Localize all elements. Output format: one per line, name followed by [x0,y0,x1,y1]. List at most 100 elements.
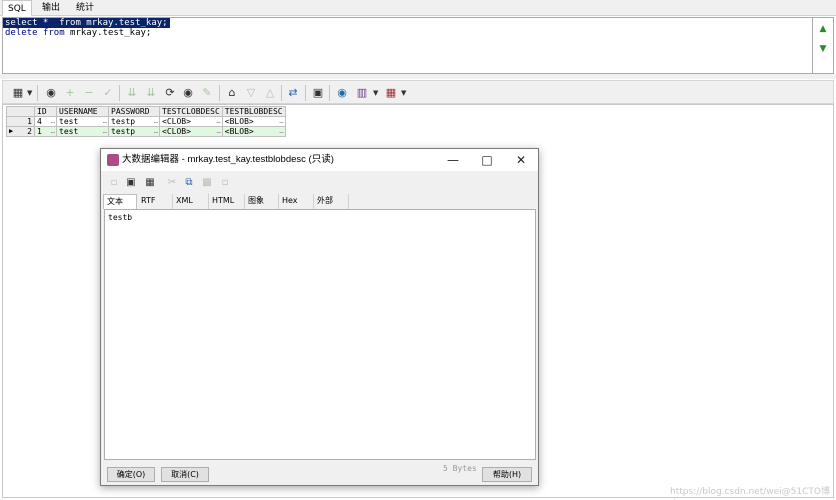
tab-image[interactable]: 图象 [245,194,279,209]
lock-icon[interactable]: ◉ [43,85,59,101]
up-triangle-icon[interactable]: △ [262,85,278,101]
print-icon[interactable]: ▦ [143,175,157,191]
export-icon[interactable]: ◉ [334,85,350,101]
add-record-icon[interactable]: + [62,85,78,101]
open-folder-icon[interactable]: ▫ [107,175,121,191]
search-binoculars-icon[interactable]: ◉ [180,85,196,101]
refresh-icon[interactable]: ⟳ [162,85,178,101]
grid-view-icon[interactable]: ▦ [10,85,26,101]
save-icon[interactable]: ▣ [310,85,326,101]
delete-record-icon[interactable]: − [81,85,97,101]
dialog-titlebar[interactable]: 大数据编辑器 - mrkay.test_kay.testblobdesc (只读… [101,149,538,171]
table-row[interactable]: 1 4… test… testp… <CLOB>… <BLOB>… [6,116,286,127]
tab-external[interactable]: 外部 [314,194,349,209]
column-header[interactable]: USERNAME [56,106,109,117]
first-record-icon[interactable]: ⇊ [124,85,140,101]
grid-cell[interactable]: test… [56,116,109,127]
column-header[interactable]: TESTCLOBDESC [159,106,223,117]
tab-hex[interactable]: Hex [279,194,314,209]
sql-line-2: delete from mrkay.test_kay; [3,28,812,38]
grid-cell[interactable]: <CLOB> … [159,116,223,127]
home-icon[interactable]: ⌂ [224,85,240,101]
post-icon[interactable]: ✓ [100,85,116,101]
cancel-button[interactable]: 取消(C) [161,467,209,482]
grid-cell[interactable]: 4… [34,116,57,127]
grid-cell[interactable]: test… [56,126,109,137]
ellipsis-icon[interactable]: … [279,127,283,136]
tab-text[interactable]: 文本 [103,194,137,209]
column-header[interactable]: ID [34,106,57,117]
copy-icon[interactable]: ⧉ [182,175,196,191]
sql-text: mrkay.test_kay; [64,28,152,38]
move-down-icon[interactable]: ▼ [818,44,828,54]
paste-icon[interactable]: ▩ [200,175,214,191]
splitter[interactable] [0,74,836,79]
column-header[interactable]: TESTBLOBDESC [221,106,286,117]
dropdown-arrow-icon[interactable]: ▼ [401,85,406,101]
last-record-icon[interactable]: ⇊ [143,85,159,101]
grid-cell[interactable]: testp… [108,116,160,127]
ellipsis-icon[interactable]: … [154,117,158,126]
watermark: https://blog.csdn.net/wei@51CTO博客 [670,487,830,497]
minimize-button[interactable]: — [436,149,470,171]
dialog-title: 大数据编辑器 - mrkay.test_kay.testblobdesc (只读… [122,154,334,165]
cell-value: 4 [37,117,42,126]
row-number: 1 [6,116,35,127]
cell-value: <CLOB> [162,117,191,126]
current-row-indicator-icon: ▶ [9,127,14,135]
grid-cell[interactable]: <BLOB> … [221,116,286,127]
grid-cell[interactable]: 1… [34,126,57,137]
table-row[interactable]: ▶ 2 1… test… testp… <CLOB>… <BLOB>… [6,126,286,137]
tab-xml[interactable]: XML [173,194,209,209]
ellipsis-icon[interactable]: … [51,117,55,126]
tab-html[interactable]: HTML [209,194,245,209]
ellipsis-icon[interactable]: … [154,127,158,136]
query-builder-icon[interactable]: ⇄ [285,85,301,101]
print-icon[interactable]: ▦ [383,85,399,101]
tab-sql[interactable]: SQL [2,0,32,16]
toolbar-separator [305,85,306,101]
down-triangle-icon[interactable]: ▽ [243,85,259,101]
dropdown-arrow-icon[interactable]: ▼ [373,85,378,101]
save-icon[interactable]: ▣ [124,175,138,191]
ok-button[interactable]: 确定(O) [107,467,155,482]
grid-toolbar: ▦ ▼ ◉ + − ✓ ⇊ ⇊ ⟳ ◉ ✎ ⌂ ▽ △ ⇄ ▣ ◉ ▥ ▼ ▦ … [2,80,834,104]
ellipsis-icon[interactable]: … [217,127,221,136]
grid-cell[interactable]: <CLOB>… [159,126,223,137]
chart-icon[interactable]: ▥ [354,85,370,101]
dropdown-arrow-icon[interactable]: ▼ [27,85,32,101]
grid-cell[interactable]: <BLOB> … [221,126,286,137]
row-number: ▶ 2 [6,126,35,137]
sql-editor[interactable]: select * from mrkay.test_kay; delete fro… [2,17,813,74]
cut-icon[interactable]: ✂ [165,175,179,191]
row-number-value: 2 [27,127,32,136]
cell-value: <BLOB> [224,117,254,126]
move-up-icon[interactable]: ▲ [818,24,828,34]
help-button[interactable]: 帮助(H) [482,467,532,482]
ellipsis-icon[interactable]: … [51,127,55,136]
sql-keyword: from [42,28,65,38]
grid-cell[interactable]: testp… [108,126,160,137]
cell-value: 1 [37,127,42,136]
tab-output[interactable]: 输出 [37,0,65,16]
column-header[interactable]: PASSWORD [108,106,160,117]
ellipsis-icon[interactable]: … [217,117,221,126]
tab-rtf[interactable]: RTF [138,194,173,209]
ellipsis-icon[interactable]: … [103,127,107,136]
cell-value: <BLOB> [224,127,254,136]
sql-text: * [37,18,60,28]
content-text-area[interactable]: testb [104,209,536,460]
toolbar-separator [37,85,38,101]
close-button[interactable]: ✕ [504,149,538,171]
clear-icon[interactable]: ✎ [199,85,215,101]
large-data-editor-dialog: 大数据编辑器 - mrkay.test_kay.testblobdesc (只读… [100,148,539,486]
sql-side-panel: ▲ ▼ [813,17,834,74]
maximize-button[interactable]: □ [470,149,504,171]
ellipsis-icon[interactable]: … [103,117,107,126]
dialog-toolbar: ▫ ▣ ▦ ✂ ⧉ ▩ ▫ [103,173,536,193]
tab-statistics[interactable]: 统计 [71,0,99,16]
dialog-tabs: 文本 RTF XML HTML 图象 Hex 外部 [103,194,536,209]
clear-icon[interactable]: ▫ [218,175,232,191]
grid-header-row: ID USERNAME PASSWORD TESTCLOBDESC TESTBL… [6,106,286,117]
ellipsis-icon[interactable]: … [279,117,283,126]
